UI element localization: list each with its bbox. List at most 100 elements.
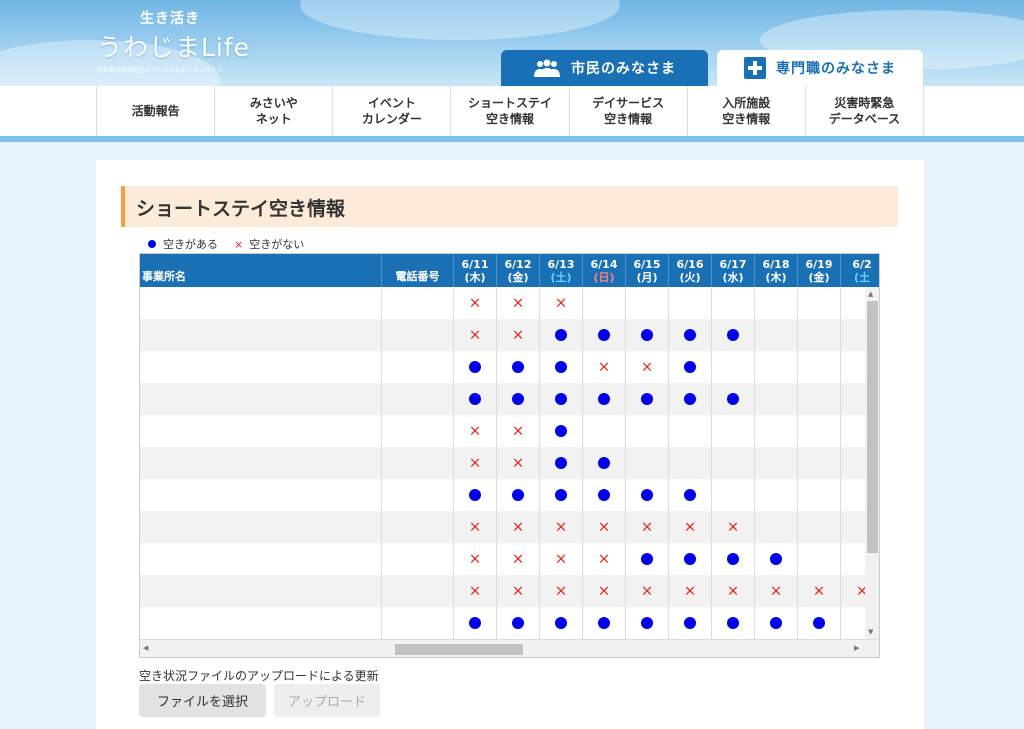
available-dot-icon — [641, 489, 653, 501]
availability-cell — [625, 415, 668, 447]
availability-cell — [625, 383, 668, 415]
vertical-scrollbar[interactable]: ▲ ▼ — [865, 287, 879, 639]
availability-cell: × — [625, 575, 668, 607]
nav-facility[interactable]: 入所施設 空き情報 — [688, 86, 806, 136]
available-dot-icon — [555, 457, 567, 469]
availability-cell — [754, 383, 797, 415]
available-dot-icon — [512, 361, 524, 373]
availability-cell — [711, 351, 754, 383]
page-title-box: ショートステイ空き情報 — [121, 186, 898, 227]
nav-misaiya-net[interactable]: みさいや ネット — [215, 86, 334, 136]
unavailable-x-icon: × — [554, 549, 568, 568]
availability-cell: × — [539, 287, 582, 319]
available-dot-icon — [555, 489, 567, 501]
available-dot-icon — [641, 393, 653, 405]
col-header-date: 6/11 (木) — [453, 254, 496, 287]
availability-cell: × — [625, 351, 668, 383]
nav-event-calendar[interactable]: イベント カレンダー — [333, 86, 452, 136]
availability-cell: × — [668, 575, 711, 607]
vertical-scroll-thumb[interactable] — [867, 301, 878, 553]
availability-cell — [668, 415, 711, 447]
horizontal-scroll-thumb[interactable] — [395, 644, 523, 655]
availability-cell — [625, 479, 668, 511]
available-dot-icon — [684, 489, 696, 501]
availability-cell: × — [453, 319, 496, 351]
availability-cell — [539, 447, 582, 479]
availability-cell — [668, 319, 711, 351]
scroll-down-icon[interactable]: ▼ — [868, 628, 873, 636]
unavailable-x-icon: × — [769, 581, 783, 600]
phone-cell — [381, 575, 453, 607]
availability-cell — [711, 543, 754, 575]
table-row: × × × × × × × — [140, 511, 879, 543]
scroll-right-icon[interactable]: ▶ — [854, 644, 859, 652]
unavailable-x-icon: × — [468, 581, 482, 600]
available-dot-icon — [684, 361, 696, 373]
availability-cell: × — [539, 575, 582, 607]
facility-name-cell — [140, 543, 381, 575]
availability-cell — [711, 479, 754, 511]
availability-cell — [711, 383, 754, 415]
availability-cell — [754, 607, 797, 639]
facility-name-cell — [140, 479, 381, 511]
facility-name-cell — [140, 319, 381, 351]
site-logo[interactable]: うわじまLife — [97, 28, 250, 64]
facility-name-cell — [140, 383, 381, 415]
date-label: 6/17 — [719, 258, 747, 271]
upload-button[interactable]: アップロード — [274, 684, 380, 717]
availability-cell — [754, 287, 797, 319]
legend: 空きがある × 空きがない — [148, 236, 304, 252]
table-row — [140, 607, 879, 639]
availability-cell — [668, 383, 711, 415]
availability-cell — [582, 415, 625, 447]
availability-cell — [711, 287, 754, 319]
nav-short-stay[interactable]: ショートステイ 空き情報 — [451, 86, 570, 136]
facility-name-cell — [140, 415, 381, 447]
unavailable-x-icon: × — [597, 357, 611, 376]
scroll-left-arrow-icon[interactable]: ◀ — [143, 644, 148, 652]
nav-activity-report[interactable]: 活動報告 — [97, 86, 216, 136]
availability-cell: × — [582, 511, 625, 543]
nav-day-service[interactable]: デイサービス 空き情報 — [570, 86, 688, 136]
available-dot-icon — [770, 617, 782, 629]
available-dot-icon — [684, 617, 696, 629]
choose-file-button[interactable]: ファイルを選択 — [139, 684, 266, 717]
available-dot-icon — [770, 553, 782, 565]
availability-cell: × — [797, 575, 840, 607]
available-dot-icon — [598, 489, 610, 501]
availability-cell: × — [453, 575, 496, 607]
horizontal-scrollbar[interactable]: ◀ ▶ — [140, 639, 879, 657]
weekday-label: (火) — [679, 271, 701, 284]
date-label: 6/2 — [852, 258, 872, 271]
availability-cell — [754, 543, 797, 575]
table-row: × × × × × × × × × × — [140, 575, 879, 607]
nav-disaster-db[interactable]: 災害時緊急 データベース — [806, 86, 924, 136]
weekday-label: (日) — [593, 271, 615, 284]
availability-table[interactable]: 事業所名 電話番号 6/11 (木) 6/12 (金) 6/13 (土) 6/14 (日) 6/… — [139, 253, 880, 658]
unavailable-x-icon: × — [511, 581, 525, 600]
available-dot-icon — [469, 393, 481, 405]
availability-cell — [625, 447, 668, 479]
available-dot-icon — [641, 617, 653, 629]
availability-cell — [668, 543, 711, 575]
availability-cell — [754, 511, 797, 543]
availability-cell — [582, 607, 625, 639]
scroll-up-icon[interactable]: ▲ — [868, 290, 873, 298]
page-title: ショートステイ空き情報 — [136, 198, 346, 220]
available-dot-icon — [555, 425, 567, 437]
tab-professionals-label: 専門職のみなさま — [776, 61, 896, 77]
logo-tagline[interactable]: 生き活き — [140, 8, 200, 28]
available-dot-icon — [555, 617, 567, 629]
unavailable-x-icon: × — [468, 325, 482, 344]
main-nav: 活動報告 みさいや ネット イベント カレンダー ショートステイ 空き情報 デイ… — [0, 86, 1024, 136]
unavailable-x-icon: × — [468, 293, 482, 312]
tab-citizens[interactable]: 市民のみなさま — [501, 50, 708, 86]
available-dot-icon — [598, 329, 610, 341]
availability-cell: × — [496, 511, 539, 543]
available-dot-icon — [555, 393, 567, 405]
unavailable-x-icon: × — [726, 517, 740, 536]
availability-cell — [668, 287, 711, 319]
tab-professionals[interactable]: 専門職のみなさま — [717, 50, 923, 86]
unavailable-x-icon: × — [511, 325, 525, 344]
unavailable-x-icon: × — [640, 581, 654, 600]
